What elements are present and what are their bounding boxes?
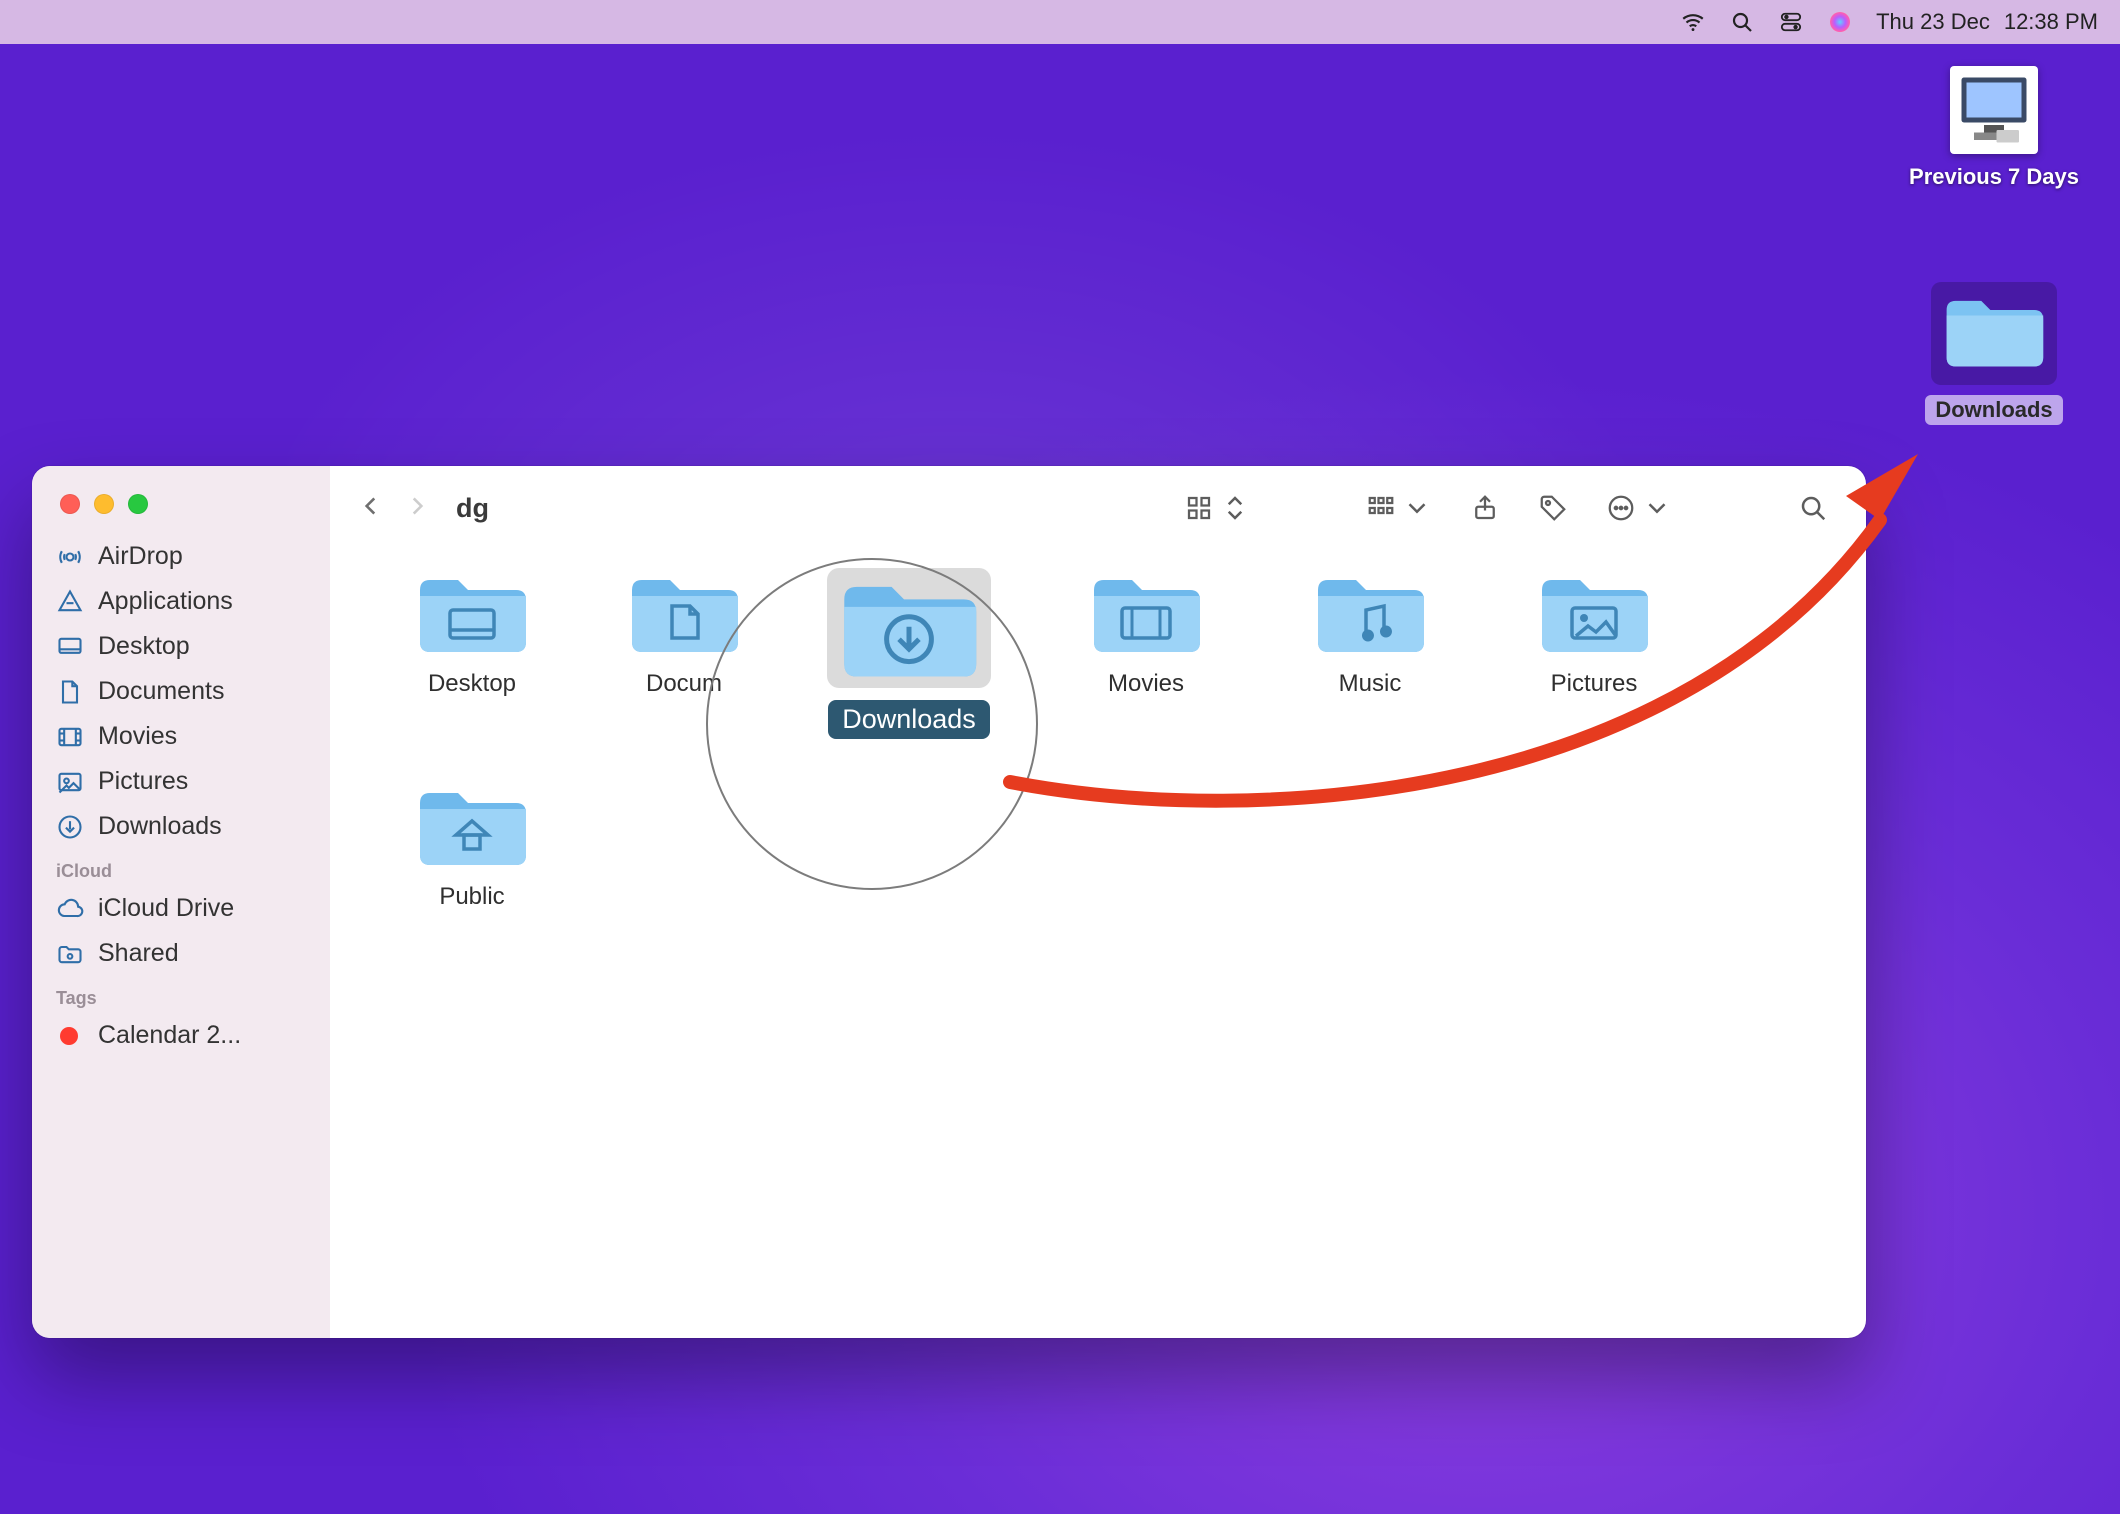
desktop-item-label: Downloads [1925, 395, 2062, 425]
tag-color-dot [60, 1027, 78, 1045]
sidebar-item-airdrop[interactable]: AirDrop [32, 534, 330, 579]
group-by-button[interactable] [1356, 487, 1442, 529]
desktop-item-downloads[interactable]: Downloads [1924, 282, 2064, 425]
folder-label: Public [439, 883, 504, 911]
menu-bar: Thu 23 Dec 12:38 PM [0, 0, 2120, 44]
folder-icon [624, 568, 744, 658]
menubar-time[interactable]: 12:38 PM [2004, 9, 2098, 35]
sidebar-heading-icloud: iCloud [32, 849, 330, 886]
back-button[interactable] [358, 493, 384, 524]
folder-label: Music [1339, 670, 1402, 698]
sidebar-item-label: Shared [98, 939, 179, 968]
screenshot-thumb-icon [1950, 66, 2038, 154]
sidebar-item-movies[interactable]: Movies [32, 714, 330, 759]
cloud-icon [56, 895, 84, 923]
sidebar-item-applications[interactable]: Applications [32, 579, 330, 624]
chevron-updown-icon [1220, 493, 1250, 523]
folder-label: Movies [1108, 670, 1184, 698]
forward-button[interactable] [404, 493, 430, 524]
sidebar-item-shared[interactable]: Shared [32, 931, 330, 976]
sidebar-item-label: Movies [98, 722, 177, 751]
folder-item-movies[interactable]: Movies [1034, 560, 1258, 739]
sidebar-item-label: Desktop [98, 632, 190, 661]
airdrop-icon [56, 543, 84, 571]
folder-label: Pictures [1551, 670, 1638, 698]
tags-button[interactable] [1528, 487, 1578, 529]
desktop-item-previous-7-days[interactable]: Previous 7 Days [1924, 66, 2064, 190]
sidebar-item-pictures[interactable]: Pictures [32, 759, 330, 804]
sidebar-item-icloud-drive[interactable]: iCloud Drive [32, 886, 330, 931]
menubar-date[interactable]: Thu 23 Dec [1876, 9, 1990, 35]
sidebar-item-documents[interactable]: Documents [32, 669, 330, 714]
downloads-icon [56, 813, 84, 841]
folder-item-documents[interactable]: Docum [584, 560, 784, 739]
folder-label: Docum [646, 670, 722, 698]
sidebar-item-label: iCloud Drive [98, 894, 234, 923]
sidebar-item-label: Applications [98, 587, 233, 616]
sidebar-item-label: Pictures [98, 767, 188, 796]
folder-item-pictures[interactable]: Pictures [1482, 560, 1706, 739]
minimize-button[interactable] [94, 494, 114, 514]
folder-item-desktop[interactable]: Desktop [360, 560, 584, 739]
folder-icon [412, 568, 532, 658]
apps-icon [56, 588, 84, 616]
folder-label: Downloads [828, 700, 990, 739]
more-button[interactable] [1596, 487, 1682, 529]
folder-icon [1086, 568, 1206, 658]
documents-icon [56, 678, 84, 706]
finder-sidebar: AirDrop Applications Desktop Documents M… [32, 466, 330, 1338]
finder-file-grid: Desktop Docum [330, 550, 1866, 1338]
folder-icon [1939, 290, 2049, 372]
finder-toolbar: dg [330, 466, 1866, 550]
siri-icon[interactable] [1828, 10, 1852, 34]
folder-label: Desktop [428, 670, 516, 698]
share-button[interactable] [1460, 487, 1510, 529]
sidebar-item-label: AirDrop [98, 542, 183, 571]
folder-icon [412, 781, 532, 871]
finder-window: AirDrop Applications Desktop Documents M… [32, 466, 1866, 1338]
finder-title: dg [456, 493, 489, 524]
desktop-item-label: Previous 7 Days [1909, 164, 2079, 190]
chevron-down-icon [1402, 493, 1432, 523]
folder-icon [1534, 568, 1654, 658]
pictures-icon [56, 768, 84, 796]
spotlight-icon[interactable] [1730, 10, 1754, 34]
sidebar-item-desktop[interactable]: Desktop [32, 624, 330, 669]
sidebar-item-label: Calendar 2... [98, 1021, 241, 1050]
desktop-icon [56, 633, 84, 661]
folder-item-public[interactable]: Public [360, 773, 584, 911]
folder-item-downloads[interactable]: Downloads [784, 560, 1034, 739]
movies-icon [56, 723, 84, 751]
chevron-down-icon [1642, 493, 1672, 523]
window-controls [32, 486, 330, 534]
folder-icon [1310, 568, 1430, 658]
sidebar-tag-item[interactable]: Calendar 2... [32, 1013, 330, 1058]
search-button[interactable] [1788, 487, 1838, 529]
close-button[interactable] [60, 494, 80, 514]
folder-icon [834, 572, 984, 684]
folder-item-music[interactable]: Music [1258, 560, 1482, 739]
shared-folder-icon [56, 940, 84, 968]
control-center-icon[interactable] [1778, 11, 1804, 33]
sidebar-favorites: AirDrop Applications Desktop Documents M… [32, 534, 330, 1058]
maximize-button[interactable] [128, 494, 148, 514]
view-icons-button[interactable] [1174, 487, 1260, 529]
wifi-icon[interactable] [1680, 9, 1706, 35]
desktop: Thu 23 Dec 12:38 PM Previous 7 Days Down… [0, 0, 2120, 1514]
sidebar-item-downloads[interactable]: Downloads [32, 804, 330, 849]
finder-content: dg [330, 466, 1866, 1338]
sidebar-item-label: Downloads [98, 812, 222, 841]
sidebar-heading-tags: Tags [32, 976, 330, 1013]
sidebar-item-label: Documents [98, 677, 224, 706]
